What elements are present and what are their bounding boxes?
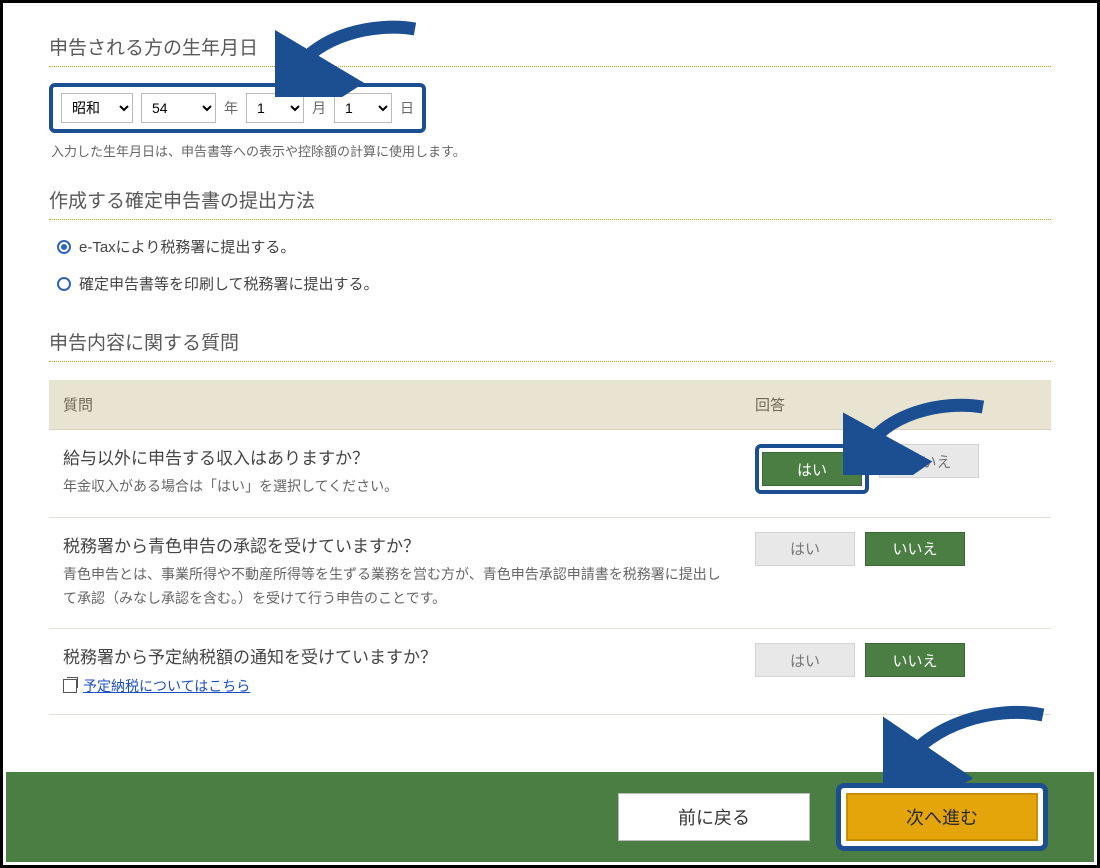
questions-table: 質問 回答 給与以外に申告する収入はありますか？ 年金収入がある場合は「はい」を… (49, 380, 1051, 715)
dob-highlight-box: 昭和 54 年 1 月 1 日 (49, 83, 426, 133)
q1-text: 給与以外に申告する収入はありますか？ (63, 444, 727, 469)
submit-option-etax[interactable]: e-Taxにより税務署に提出する。 (57, 236, 1051, 257)
q2-yes-button[interactable]: はい (755, 532, 855, 566)
questions-header-a: 回答 (741, 380, 1051, 430)
month-select[interactable]: 1 (246, 93, 304, 123)
q1-yes-highlight: はい (755, 444, 869, 494)
q3-no-button[interactable]: いいえ (865, 643, 965, 677)
footer-bar: 前に戻る 次へ進む (6, 772, 1094, 862)
submit-option-etax-label: e-Taxにより税務署に提出する。 (79, 236, 295, 257)
q2-no-button[interactable]: いいえ (865, 532, 965, 566)
dob-note: 入力した生年月日は、申告書等への表示や控除額の計算に使用します。 (51, 141, 1049, 160)
divider (49, 66, 1051, 67)
back-button[interactable]: 前に戻る (618, 793, 810, 841)
month-unit: 月 (312, 98, 326, 118)
q1-no-button[interactable]: いいえ (879, 444, 979, 478)
radio-icon (57, 277, 71, 291)
year-select[interactable]: 54 (141, 93, 216, 123)
q1-subtext: 年金収入がある場合は「はい」を選択してください。 (63, 475, 727, 499)
q1-answer-group: はい いいえ (755, 444, 1037, 494)
radio-icon (57, 240, 71, 254)
next-button[interactable]: 次へ進む (846, 793, 1038, 841)
questions-section-title: 申告内容に関する質問 (49, 328, 1051, 355)
submit-option-print-label: 確定申告書等を印刷して税務署に提出する。 (79, 273, 379, 294)
q2-text: 税務署から青色申告の承認を受けていますか？ (63, 532, 727, 557)
next-button-highlight: 次へ進む (836, 783, 1048, 851)
divider (49, 361, 1051, 362)
divider (49, 219, 1051, 220)
q3-yes-button[interactable]: はい (755, 643, 855, 677)
day-select[interactable]: 1 (334, 93, 392, 123)
q3-answer-group: はい いいえ (755, 643, 1037, 677)
q2-answer-group: はい いいえ (755, 532, 1037, 566)
q1-yes-button[interactable]: はい (762, 452, 862, 486)
era-select[interactable]: 昭和 (61, 93, 133, 123)
year-unit: 年 (224, 98, 238, 118)
external-link-icon (63, 679, 77, 693)
dob-section-title: 申告される方の生年月日 (49, 33, 1051, 60)
q2-subtext: 青色申告とは、事業所得や不動産所得等を生ずる業務を営む方が、青色申告承認申請書を… (63, 563, 727, 611)
day-unit: 日 (400, 98, 414, 118)
submit-method-title: 作成する確定申告書の提出方法 (49, 186, 1051, 213)
q3-help-link[interactable]: 予定納税についてはこちら (83, 676, 250, 696)
submit-option-print[interactable]: 確定申告書等を印刷して税務署に提出する。 (57, 273, 1051, 294)
q3-text: 税務署から予定納税額の通知を受けていますか？ (63, 643, 727, 668)
questions-header-q: 質問 (49, 380, 741, 430)
